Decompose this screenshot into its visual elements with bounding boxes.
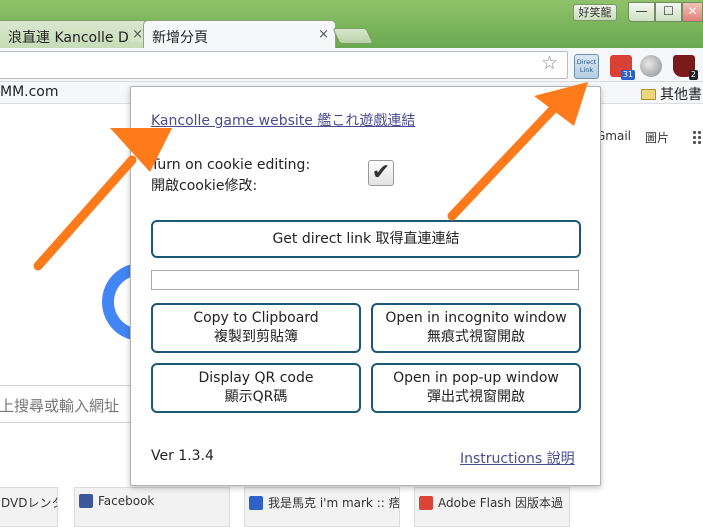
arrow-to-extension-icon bbox=[447, 82, 588, 221]
arrow-to-title-link bbox=[33, 128, 172, 271]
annotation-arrows bbox=[33, 82, 588, 271]
